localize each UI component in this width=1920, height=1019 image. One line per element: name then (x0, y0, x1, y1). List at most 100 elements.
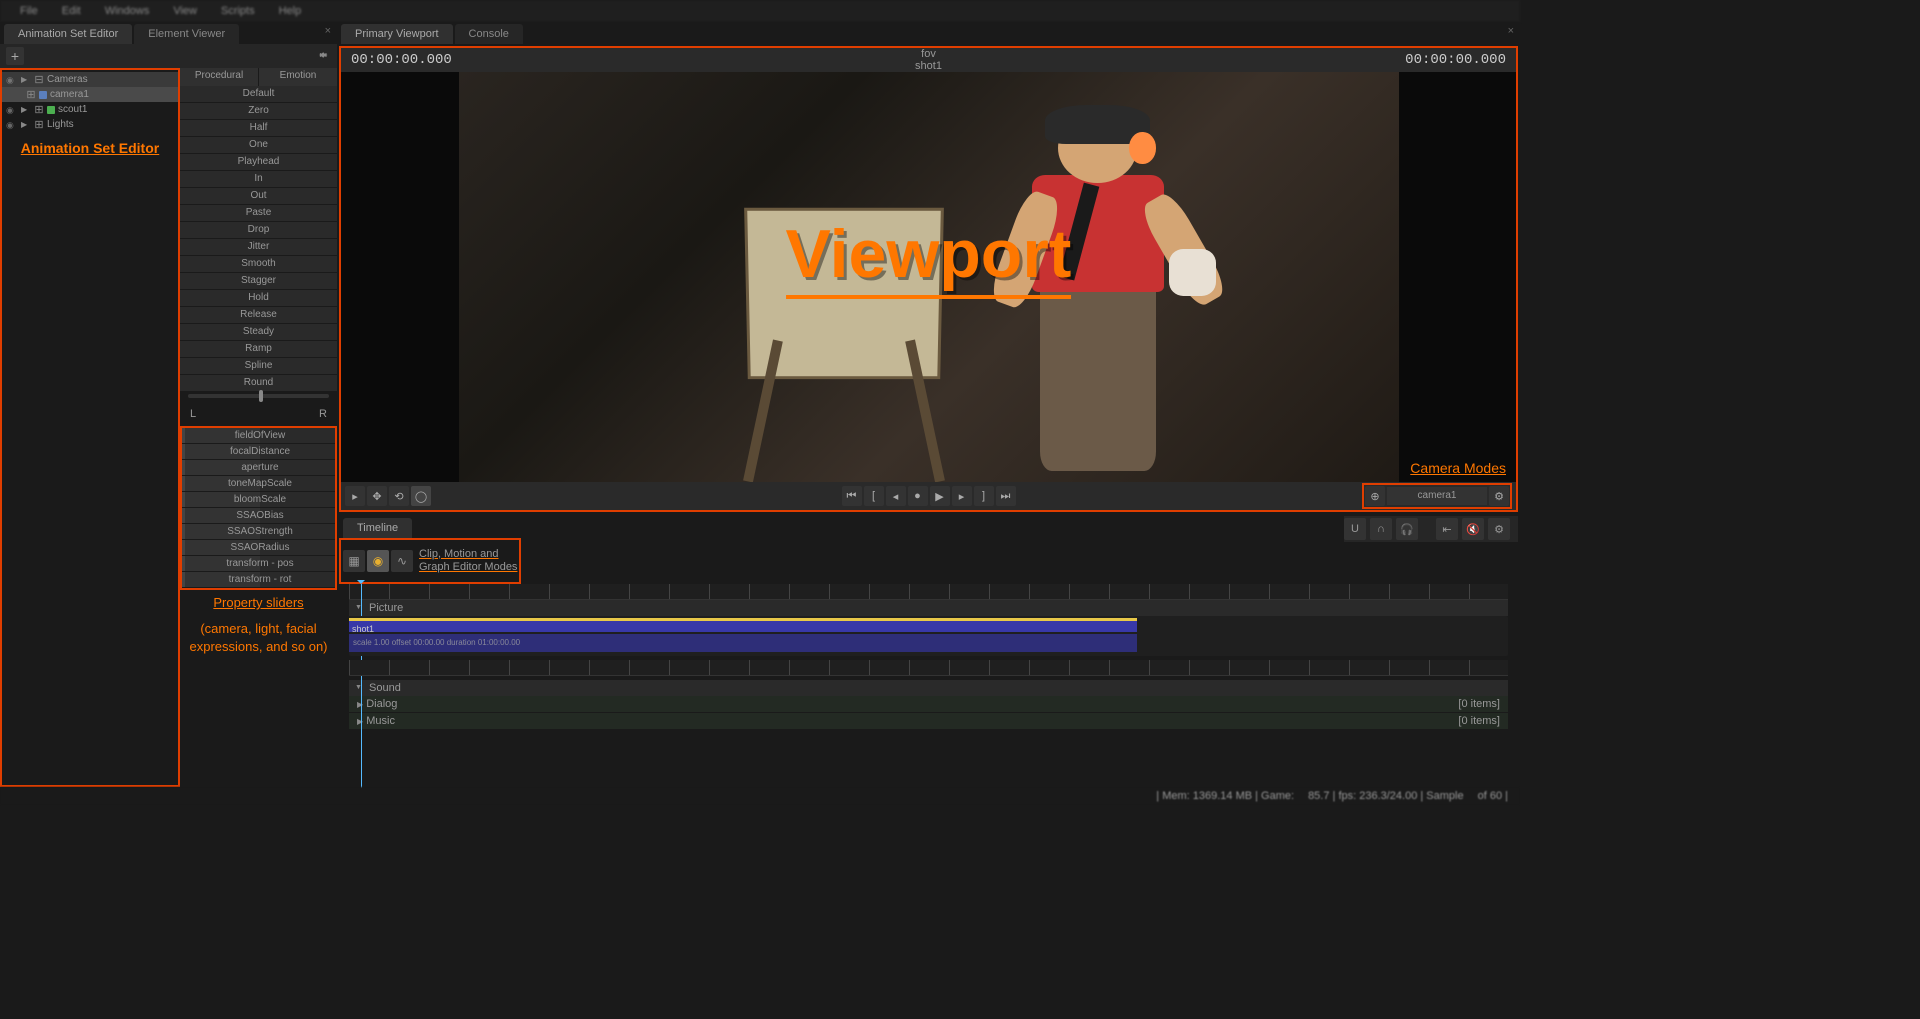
record-icon[interactable]: ● (908, 486, 928, 506)
preset-tab-procedural[interactable]: Procedural (180, 68, 258, 86)
clip-area[interactable]: shot1 scale 1.00 offset 00:00.00 duratio… (349, 616, 1508, 656)
orbit-tool-icon[interactable]: ◯ (411, 486, 431, 506)
close-tab-icon[interactable]: × (325, 25, 331, 37)
preset-item[interactable]: In (180, 171, 337, 187)
preset-item[interactable]: Steady (180, 324, 337, 340)
mute-icon[interactable]: 🔇 (1462, 518, 1484, 540)
prop-bloomscale[interactable]: bloomScale (182, 492, 335, 507)
prop-ssaobias[interactable]: SSAOBias (182, 508, 335, 523)
annotation-editor-modes: Clip, Motion andGraph Editor Modes (419, 548, 517, 574)
move-tool-icon[interactable]: ✥ (367, 486, 387, 506)
expand-icon[interactable]: ▶ (21, 120, 31, 129)
menu-windows[interactable]: Windows (93, 2, 162, 20)
preset-item[interactable]: Jitter (180, 239, 337, 255)
settings-icon[interactable]: ⚙ (1488, 518, 1510, 540)
tab-console[interactable]: Console (455, 24, 523, 44)
tree-item-scout1[interactable]: ▶ ⊞ scout1 (2, 102, 178, 117)
tree-item-camera1[interactable]: ⊞ camera1 (2, 87, 178, 102)
expand-icon[interactable]: ▶ (21, 105, 31, 114)
visibility-icon[interactable] (6, 104, 18, 116)
plus-icon[interactable]: ⊞ (26, 88, 36, 101)
prop-focaldistance[interactable]: focalDistance (182, 444, 335, 459)
bracket-right-icon[interactable]: ] (974, 486, 994, 506)
track-dialog[interactable]: ▶ Dialog[0 items] (349, 696, 1508, 712)
prop-tonemapscale[interactable]: toneMapScale (182, 476, 335, 491)
tree-item-cameras[interactable]: ▶ ⊟ Cameras (2, 72, 178, 87)
visibility-icon[interactable] (6, 119, 18, 131)
preset-item[interactable]: Ramp (180, 341, 337, 357)
tree-item-lights[interactable]: ▶ ⊞ Lights (2, 117, 178, 132)
clip-shot1[interactable]: shot1 (349, 618, 1137, 632)
viewport-header: 00:00:00.000 fov shot1 00:00:00.000 (341, 48, 1516, 72)
plus-icon[interactable]: ⊞ (34, 103, 44, 116)
preset-item[interactable]: Paste (180, 205, 337, 221)
timeline-ruler[interactable] (349, 584, 1508, 600)
annotation-ase: Animation Set Editor (2, 134, 178, 162)
next-frame-icon[interactable]: ▸ (952, 486, 972, 506)
tab-element-viewer[interactable]: Element Viewer (134, 24, 239, 44)
track-sound[interactable]: ▼Sound (349, 680, 1508, 696)
rewind-icon[interactable]: ⏮ (842, 486, 862, 506)
add-button[interactable]: + (6, 47, 24, 65)
graph-editor-mode-icon[interactable]: ∿ (391, 550, 413, 572)
preset-item[interactable]: Hold (180, 290, 337, 306)
prop-transform-pos[interactable]: transform - pos (182, 556, 335, 571)
gear-icon[interactable] (317, 49, 329, 64)
menu-help[interactable]: Help (267, 2, 314, 20)
track-music[interactable]: ▶ Music[0 items] (349, 713, 1508, 729)
preset-item[interactable]: Out (180, 188, 337, 204)
preset-item[interactable]: Release (180, 307, 337, 323)
prop-ssaostrength[interactable]: SSAOStrength (182, 524, 335, 539)
preset-item[interactable]: Spline (180, 358, 337, 374)
fast-forward-icon[interactable]: ⏭ (996, 486, 1016, 506)
snap-icon[interactable]: ∩ (1370, 518, 1392, 540)
camera-selector[interactable]: camera1 (1387, 487, 1487, 505)
bracket-left-icon[interactable]: [ (864, 486, 884, 506)
menu-view[interactable]: View (161, 2, 209, 20)
close-tab-icon[interactable]: × (1508, 25, 1514, 37)
viewport[interactable]: Viewport Camera Modes (341, 72, 1516, 482)
prev-frame-icon[interactable]: ◂ (886, 486, 906, 506)
menu-scripts[interactable]: Scripts (209, 2, 267, 20)
preset-tab-emotion[interactable]: Emotion (259, 68, 337, 86)
tab-animation-set-editor[interactable]: Animation Set Editor (4, 24, 132, 44)
camera-icon (39, 91, 47, 99)
preset-item[interactable]: Smooth (180, 256, 337, 272)
status-sample: of 60 | (1478, 790, 1508, 802)
motion-editor-mode-icon[interactable]: ◉ (367, 550, 389, 572)
headphones-icon[interactable]: 🎧 (1396, 518, 1418, 540)
camera-target-icon[interactable]: ⊕ (1365, 486, 1385, 506)
visibility-icon[interactable] (6, 74, 18, 86)
preset-item[interactable]: Round (180, 375, 337, 391)
prop-aperture[interactable]: aperture (182, 460, 335, 475)
track-picture[interactable]: ▼Picture (349, 600, 1508, 616)
clip-editor-mode-icon[interactable]: ▦ (343, 550, 365, 572)
preset-item[interactable]: Stagger (180, 273, 337, 289)
tab-timeline[interactable]: Timeline (343, 518, 412, 538)
preset-slider[interactable] (188, 394, 329, 398)
timeline-ruler-2[interactable] (349, 660, 1508, 676)
preset-tabs: Procedural Emotion (180, 68, 337, 86)
preset-item[interactable]: Drop (180, 222, 337, 238)
rotate-tool-icon[interactable]: ⟲ (389, 486, 409, 506)
play-icon[interactable]: ▶ (930, 486, 950, 506)
menu-edit[interactable]: Edit (50, 2, 93, 20)
plus-icon[interactable]: ⊟ (34, 73, 44, 86)
preset-item[interactable]: Default (180, 86, 337, 102)
skip-back-icon[interactable]: ⇤ (1436, 518, 1458, 540)
magnet-icon[interactable]: U (1344, 518, 1366, 540)
preset-item[interactable]: Half (180, 120, 337, 136)
preset-item[interactable]: Zero (180, 103, 337, 119)
select-tool-icon[interactable]: ▸ (345, 486, 365, 506)
preset-item[interactable]: Playhead (180, 154, 337, 170)
prop-ssaoradius[interactable]: SSAORadius (182, 540, 335, 555)
prop-fieldofview[interactable]: fieldOfView (182, 428, 335, 443)
plus-icon[interactable]: ⊞ (34, 118, 44, 131)
property-sliders: fieldOfView focalDistance aperture toneM… (180, 426, 337, 590)
expand-icon[interactable]: ▶ (21, 75, 31, 84)
prop-transform-rot[interactable]: transform - rot (182, 572, 335, 587)
gear-icon[interactable]: ⚙ (1489, 486, 1509, 506)
tab-primary-viewport[interactable]: Primary Viewport (341, 24, 453, 44)
preset-item[interactable]: One (180, 137, 337, 153)
menu-file[interactable]: File (8, 2, 50, 20)
